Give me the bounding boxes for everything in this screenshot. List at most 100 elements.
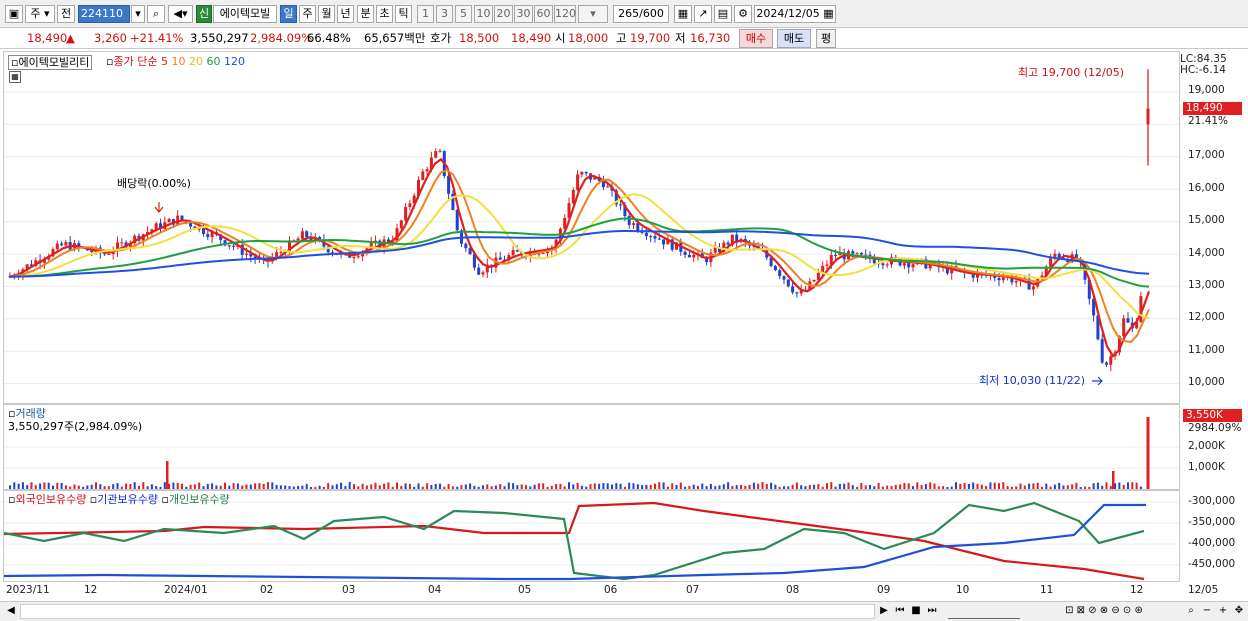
volume-bar: [1127, 482, 1129, 489]
volume-bar: [193, 484, 196, 489]
period-select[interactable]: 주 ▾: [25, 5, 55, 23]
minute-custom-input[interactable]: ▾: [578, 5, 608, 23]
tab-minute[interactable]: 분: [357, 5, 374, 23]
gear-icon[interactable]: ⚙: [734, 5, 752, 23]
grid-icon[interactable]: ▦: [674, 5, 692, 23]
zoom-icon[interactable]: ⌕: [1184, 604, 1198, 619]
candlestick-chart[interactable]: [4, 52, 1179, 403]
volume-chart[interactable]: [4, 405, 1179, 489]
candle-body: [825, 264, 829, 266]
volume-bar: [576, 483, 579, 489]
volume-bar: [869, 485, 871, 489]
stock-name[interactable]: 에이텍모빌: [213, 5, 277, 23]
volume-bar: [215, 485, 218, 489]
candle-body: [1146, 108, 1150, 125]
volume-bar: [748, 484, 751, 489]
volume-bar: [189, 484, 192, 489]
volume-bar: [69, 486, 72, 489]
volume-bar: [211, 483, 214, 489]
tab-tick[interactable]: 틱: [395, 5, 412, 23]
draw-tool-icon[interactable]: ↗: [694, 5, 712, 23]
candle-body: [206, 234, 210, 238]
low-price: 16,730: [690, 31, 731, 45]
holdings-panel[interactable]: ▫외국인보유수량 ▫기관보유수량 ▫개인보유수량: [3, 490, 1180, 582]
volume-bar: [232, 483, 235, 489]
minute-30[interactable]: 30: [514, 5, 533, 23]
volume-bar: [490, 486, 493, 489]
candle-body: [1001, 277, 1005, 281]
minute-3[interactable]: 3: [436, 5, 453, 23]
count-input[interactable]: 265/600: [613, 5, 669, 23]
first-page-icon[interactable]: ⏮: [893, 604, 907, 619]
move-icon[interactable]: ✥: [1232, 604, 1246, 619]
candle-body: [911, 264, 915, 268]
candle-body: [687, 254, 691, 258]
high-annotation: 최고 19,700 (12/05): [1018, 66, 1125, 79]
code-dropdown-icon[interactable]: ▾: [131, 5, 145, 23]
minute-1[interactable]: 1: [417, 5, 434, 23]
scroll-track[interactable]: [20, 604, 875, 619]
candle-body: [786, 279, 790, 287]
volume-bar: [623, 486, 626, 489]
minute-5[interactable]: 5: [455, 5, 472, 23]
volume-bar: [886, 485, 889, 489]
volume-bar: [516, 485, 519, 489]
scroll-right-icon[interactable]: ▶: [877, 604, 891, 619]
volume-bar: [112, 484, 115, 489]
candle-body: [434, 151, 438, 158]
volume-bar: [1105, 482, 1108, 489]
price-chart-panel[interactable]: ▫에이텍모빌리티 ▫종가 단순 5 10 20 60 120 ▦ 최고 19,7…: [3, 51, 1180, 404]
chart-type-icon[interactable]: ▣: [5, 5, 23, 23]
stop-icon[interactable]: ■: [909, 604, 923, 619]
volume-bar: [946, 486, 949, 489]
period-select-label: 주: [30, 7, 41, 20]
volume-bar: [709, 483, 712, 489]
minute-60[interactable]: 60: [534, 5, 553, 23]
date-input[interactable]: 2024/12/05 ▦: [754, 5, 836, 23]
scroll-left-icon[interactable]: ◀: [4, 604, 18, 619]
speaker-icon[interactable]: ◀▾: [168, 5, 193, 23]
zoom-out-icon[interactable]: −: [1200, 604, 1214, 619]
x-label: 04: [428, 584, 442, 596]
volume-bar: [998, 483, 1000, 489]
tab-day[interactable]: 일: [280, 5, 297, 23]
tab-month[interactable]: 월: [318, 5, 335, 23]
search-icon[interactable]: ⌕: [147, 5, 165, 23]
prev-button[interactable]: 전: [57, 5, 75, 23]
candle-body: [279, 251, 283, 253]
volume-bar: [482, 485, 484, 489]
x-label: 09: [877, 584, 891, 596]
minute-10[interactable]: 10: [474, 5, 493, 23]
code-input[interactable]: 224110: [78, 5, 130, 23]
volume-bar: [150, 484, 153, 489]
tool-icons[interactable]: ⊡ ⊠ ⊘ ⊗ ⊖ ⊙ ⊛: [1024, 604, 1184, 619]
avg-button[interactable]: 평: [816, 29, 836, 48]
save-icon[interactable]: ▤: [714, 5, 732, 23]
volume-bar: [873, 486, 876, 489]
volume-bar: [477, 486, 480, 489]
candle-body: [399, 220, 403, 229]
date-value: 2024/12/05: [756, 7, 820, 20]
candle-body: [404, 207, 408, 221]
candle-body: [60, 243, 64, 246]
volume-bar: [331, 485, 334, 489]
tab-second[interactable]: 초: [376, 5, 393, 23]
volume-bar: [955, 482, 957, 489]
minute-20[interactable]: 20: [494, 5, 513, 23]
table-icon[interactable]: ▦: [9, 71, 21, 83]
minute-120[interactable]: 120: [554, 5, 576, 23]
buy-button[interactable]: 매수: [739, 29, 773, 48]
sell-button[interactable]: 매도: [777, 29, 811, 48]
volume-panel[interactable]: ▫거래량 3,550,297주(2,984.09%): [3, 404, 1180, 490]
zoom-in-icon[interactable]: +: [1216, 604, 1230, 619]
last-page-icon[interactable]: ⏭: [925, 604, 939, 619]
x-label: 2024/01: [164, 584, 208, 596]
tab-week[interactable]: 주: [299, 5, 316, 23]
tab-year[interactable]: 년: [337, 5, 354, 23]
ma60-label: 60: [206, 55, 221, 68]
price-change: 3,260: [94, 31, 127, 45]
volume-bar: [744, 485, 747, 489]
volume-bar: [396, 482, 398, 489]
zoom-slider[interactable]: [948, 604, 1020, 619]
volume-bar: [705, 486, 708, 489]
